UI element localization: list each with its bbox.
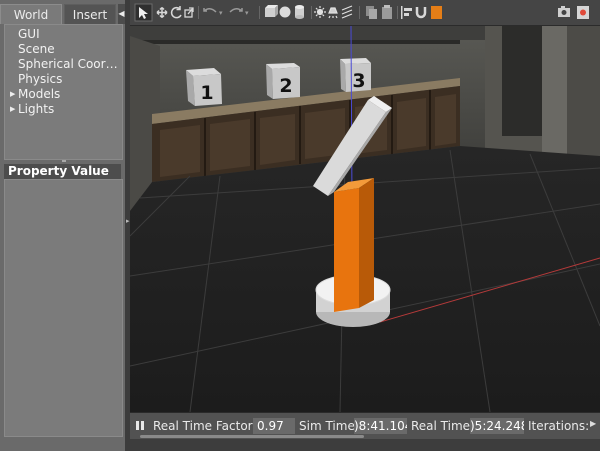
toolbar: ▾ ▾ [130, 0, 600, 26]
magnet-icon[interactable] [415, 7, 427, 19]
cylinder-icon[interactable] [295, 5, 304, 19]
screenshot-icon[interactable] [558, 6, 570, 17]
tree-item-models[interactable]: ▶ Models [5, 87, 122, 102]
left-panel-tabs: World Insert ◀ [0, 4, 125, 24]
iterations-label: Iterations: [528, 419, 590, 433]
box-3-label: 3 [352, 70, 365, 92]
door-frame [542, 26, 567, 156]
undo-dropdown-icon[interactable]: ▾ [219, 9, 223, 17]
undo-icon[interactable] [203, 8, 217, 13]
paste-icon[interactable] [382, 5, 392, 19]
upper-cabinet-edge [130, 40, 460, 44]
status-bar: Real Time Factor: 0.97 Sim Time: )8:41.1… [130, 412, 600, 439]
real-time-factor-value: 0.97 [253, 418, 295, 434]
world-tree: GUI Scene Spherical Coor… Physics ▶ Mode… [4, 24, 123, 160]
tab-scroll-left-icon[interactable]: ◀ [118, 4, 125, 24]
box-icon[interactable] [265, 5, 278, 17]
tree-item-label: Spherical Coor… [18, 57, 118, 71]
box-2-label: 2 [279, 75, 292, 97]
real-time-factor-label: Real Time Factor: [153, 419, 257, 433]
box-3[interactable]: 3 [340, 58, 371, 92]
far-right-wall [567, 26, 600, 176]
property-value-header: Property Value [4, 164, 121, 179]
sim-time-label: Sim Time: [299, 419, 359, 433]
tab-insert[interactable]: Insert [64, 4, 116, 24]
orange-square-icon[interactable] [431, 6, 442, 19]
redo-dropdown-icon[interactable]: ▾ [245, 9, 249, 17]
scene-canvas[interactable]: 1 2 3 [130, 26, 600, 412]
rotate-icon[interactable] [170, 6, 182, 19]
statusbar-scrollbar[interactable] [140, 435, 364, 438]
property-area [4, 179, 123, 437]
tree-item-scene[interactable]: Scene [5, 42, 122, 57]
tree-item-physics[interactable]: Physics [5, 72, 122, 87]
box-1[interactable]: 1 [186, 68, 222, 106]
tree-item-label: Lights [18, 102, 55, 116]
tree-item-label: Physics [18, 72, 63, 86]
tree-item-lights[interactable]: ▶ Lights [5, 102, 122, 117]
tree-item-label: Scene [18, 42, 55, 56]
panel-splitter-handle[interactable] [62, 160, 66, 162]
left-panel: World Insert ◀ GUI Scene Spherical Coor…… [0, 0, 125, 451]
doorway [502, 26, 542, 136]
tree-item-label: GUI [18, 27, 40, 41]
sim-time-value: )8:41.104 [354, 418, 407, 434]
sphere-icon[interactable] [279, 6, 291, 18]
copy-icon[interactable] [366, 6, 377, 19]
lower-link[interactable] [334, 178, 374, 312]
real-time-value: )5:24.248 [470, 418, 524, 434]
scroll-right-icon[interactable]: ▶ [590, 419, 596, 428]
expand-arrow-icon[interactable]: ▶ [10, 87, 15, 102]
tab-world[interactable]: World [0, 4, 62, 24]
pause-icon[interactable] [135, 420, 145, 431]
tree-item-spherical-coordinates[interactable]: Spherical Coor… [5, 57, 122, 72]
3d-viewport[interactable]: 1 2 3 [130, 26, 600, 412]
directional-light-icon[interactable] [341, 5, 353, 19]
box-2[interactable]: 2 [266, 63, 300, 99]
redo-icon[interactable] [229, 8, 243, 13]
spot-light-icon[interactable] [328, 7, 338, 19]
select-arrow-icon[interactable] [134, 3, 153, 22]
expand-arrow-icon[interactable]: ▶ [10, 102, 15, 117]
bottom-strip [130, 439, 600, 451]
tree-item-gui[interactable]: GUI [5, 27, 122, 42]
align-icon[interactable] [401, 6, 412, 19]
collapse-handle-icon[interactable]: ▸ [126, 217, 130, 225]
point-light-icon[interactable] [314, 6, 326, 18]
scale-icon[interactable] [184, 7, 194, 18]
record-icon[interactable] [577, 6, 589, 19]
tree-item-label: Models [18, 87, 61, 101]
translate-icon[interactable] [156, 6, 168, 19]
box-1-label: 1 [200, 82, 213, 104]
real-time-label: Real Time: [411, 419, 475, 433]
